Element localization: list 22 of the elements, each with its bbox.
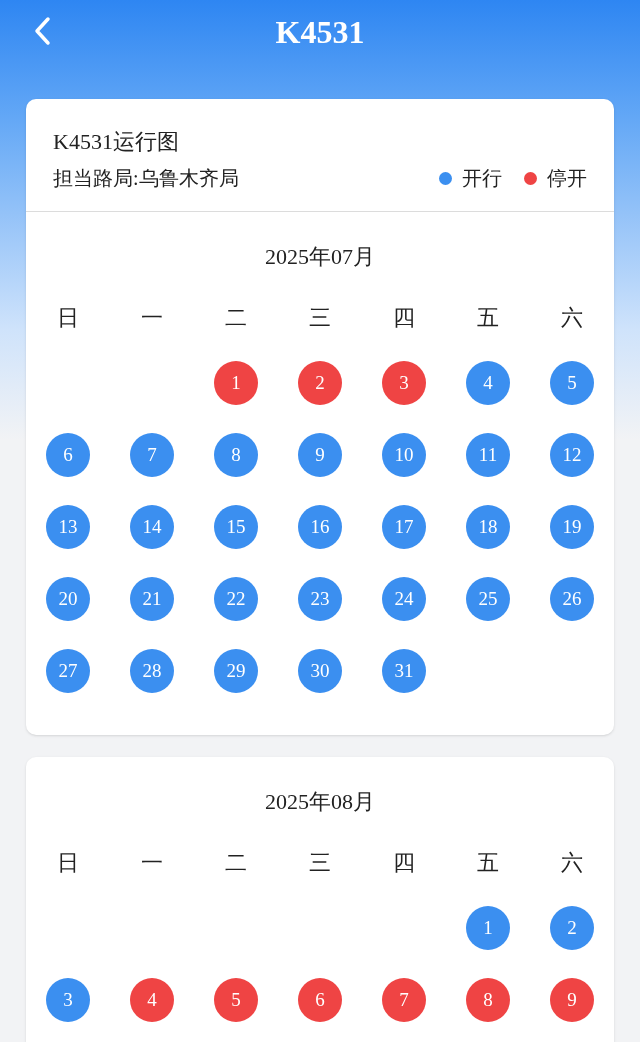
weekday-label: 五 [477, 304, 499, 332]
weekday-label: 四 [393, 304, 415, 332]
weekday-label: 一 [141, 304, 163, 332]
bureau-label: 担当路局:乌鲁木齐局 [53, 166, 239, 191]
legend-label: 停开 [547, 166, 587, 191]
back-icon[interactable] [32, 16, 52, 46]
weekday-label: 三 [309, 849, 331, 877]
legend-label: 开行 [462, 166, 502, 191]
month-title: 2025年07月 [265, 243, 375, 271]
weekday-label: 二 [225, 849, 247, 877]
chart-title: K4531运行图 [53, 128, 180, 156]
weekday-label: 一 [141, 849, 163, 877]
page-title: K4531 [275, 13, 365, 52]
weekday-label: 日 [57, 849, 79, 877]
weekday-label: 三 [309, 304, 331, 332]
weekday-label: 五 [477, 849, 499, 877]
weekday-label: 四 [393, 849, 415, 877]
weekday-label: 日 [57, 304, 79, 332]
weekday-label: 六 [561, 849, 583, 877]
month-title: 2025年08月 [265, 788, 375, 816]
weekday-label: 二 [225, 304, 247, 332]
weekday-label: 六 [561, 304, 583, 332]
